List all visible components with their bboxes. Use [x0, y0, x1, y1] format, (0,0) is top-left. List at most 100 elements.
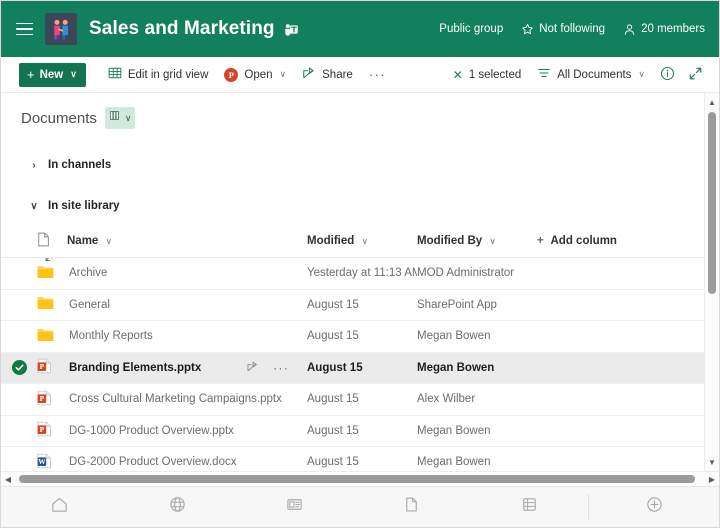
row-select-cell[interactable]: [1, 415, 37, 447]
teams-icon: [284, 22, 299, 37]
nav-page-button[interactable]: [353, 495, 470, 519]
modified-cell: August 15: [307, 352, 417, 384]
nav-news-button[interactable]: [236, 495, 353, 519]
nav-add-button[interactable]: [589, 495, 719, 519]
row-select-cell[interactable]: [1, 321, 37, 353]
table-row[interactable]: PBranding Elements.pptx···August 15Megan…: [1, 352, 704, 384]
edit-in-grid-view-button[interactable]: Edit in grid view: [100, 61, 217, 89]
table-row[interactable]: Monthly ReportsAugust 15Megan Bowen: [1, 321, 704, 353]
edit-in-grid-view-label: Edit in grid view: [128, 69, 209, 81]
open-button[interactable]: P Open ∨: [216, 61, 294, 89]
home-icon: [50, 495, 69, 519]
file-name-cell[interactable]: Branding Elements.pptx ···: [67, 352, 307, 384]
news-icon: [285, 495, 304, 519]
scroll-right-arrow-icon[interactable]: ▶: [705, 475, 719, 484]
row-select-cell[interactable]: [1, 384, 37, 416]
modified-header[interactable]: Modified ∨: [307, 232, 417, 258]
nav-home-button[interactable]: [1, 495, 118, 519]
file-name-cell[interactable]: Monthly Reports: [67, 321, 307, 353]
plus-icon: +: [537, 235, 544, 247]
modified-by-header[interactable]: Modified By ∨: [417, 232, 537, 258]
table-row[interactable]: P DG-1000 Product Overview.pptxAugust 15M…: [1, 415, 704, 447]
scroll-left-arrow-icon[interactable]: ◀: [1, 475, 15, 484]
hamburger-icon[interactable]: [11, 16, 37, 42]
plus-icon: +: [27, 68, 35, 81]
check-circle-icon[interactable]: [12, 360, 27, 375]
file-name-cell[interactable]: Cross Cultural Marketing Campaigns.pptx: [67, 384, 307, 416]
file-name-cell[interactable]: Archive: [67, 258, 307, 290]
horizontal-scroll-track[interactable]: [15, 472, 705, 486]
file-list-body: ArchiveYesterday at 11:13 AMMOD Administ…: [1, 258, 704, 472]
vertical-scrollbar[interactable]: ▲ ▼: [704, 93, 719, 471]
file-name-cell[interactable]: DG-1000 Product Overview.pptx: [67, 415, 307, 447]
more-commands-button[interactable]: ···: [361, 67, 394, 82]
add-column-header[interactable]: + Add column: [537, 232, 704, 258]
file-name-cell[interactable]: General: [67, 289, 307, 321]
svg-text:P: P: [40, 362, 45, 371]
file-list-table: Name ∨ Modified ∨ Modified By ∨ +: [1, 232, 704, 471]
file-type-header[interactable]: [37, 232, 67, 258]
chevron-down-icon: ∨: [280, 69, 287, 80]
modified-header-label: Modified: [307, 235, 354, 247]
file-name-label: Branding Elements.pptx: [67, 362, 201, 374]
scroll-down-arrow-icon[interactable]: ▼: [705, 455, 719, 469]
row-select-cell[interactable]: [1, 258, 37, 290]
follow-button[interactable]: Not following: [521, 23, 605, 36]
share-icon[interactable]: [246, 360, 259, 376]
folder-icon: [37, 289, 67, 321]
row-more-icon[interactable]: ···: [273, 361, 289, 375]
members-button[interactable]: 20 members: [623, 23, 705, 36]
library-header: Documents ∨: [1, 93, 704, 129]
scroll-up-arrow-icon[interactable]: ▲: [705, 95, 719, 109]
select-all-header[interactable]: [1, 232, 37, 258]
add-column-label: Add column: [551, 235, 617, 247]
row-end-cell: [537, 289, 704, 321]
row-end-cell: [537, 415, 704, 447]
table-row[interactable]: GeneralAugust 15SharePoint App: [1, 289, 704, 321]
table-row[interactable]: PCross Cultural Marketing Campaigns.pptx…: [1, 384, 704, 416]
group-privacy-text: Public group: [439, 23, 503, 35]
horizontal-scroll-thumb[interactable]: [19, 475, 695, 483]
group-in-site-library[interactable]: ∨ In site library: [1, 196, 704, 216]
share-button[interactable]: Share: [294, 61, 361, 89]
nav-list-button[interactable]: [471, 495, 588, 519]
info-button[interactable]: [653, 61, 681, 89]
handshake-logo: [45, 13, 77, 45]
chevron-down-icon: ∨: [638, 69, 645, 80]
chevron-down-icon: ∨: [106, 236, 113, 246]
svg-text:P: P: [40, 425, 45, 434]
chevron-down-icon: ∨: [361, 236, 368, 246]
file-list-header: Name ∨ Modified ∨ Modified By ∨ +: [1, 232, 704, 258]
view-switcher-button[interactable]: All Documents ∨: [529, 61, 653, 89]
vertical-scroll-thumb[interactable]: [708, 112, 716, 294]
table-row[interactable]: ArchiveYesterday at 11:13 AMMOD Administ…: [1, 258, 704, 290]
folder-icon: [37, 321, 67, 353]
library-body: Documents ∨ › In channels: [1, 93, 719, 471]
horizontal-scrollbar[interactable]: ◀ ▶: [1, 471, 719, 486]
file-type-icon: [37, 238, 50, 250]
library-switcher-button[interactable]: ∨: [105, 107, 136, 129]
clear-selection-button[interactable]: ✕ 1 selected: [445, 61, 530, 89]
modified-by-cell: Megan Bowen: [417, 415, 537, 447]
new-button[interactable]: + New ∨: [19, 63, 86, 87]
globe-icon: [168, 495, 187, 519]
info-circle-icon: [660, 66, 675, 84]
name-header[interactable]: Name ∨: [67, 232, 307, 258]
row-select-cell[interactable]: [1, 447, 37, 472]
modified-cell: August 15: [307, 415, 417, 447]
nav-globe-button[interactable]: [118, 495, 235, 519]
modified-cell: August 15: [307, 447, 417, 472]
command-bar: + New ∨ Edit in grid view P Open ∨: [1, 57, 719, 93]
expand-button[interactable]: [681, 61, 709, 89]
group-in-channels[interactable]: › In channels: [1, 155, 704, 175]
row-select-cell[interactable]: [1, 289, 37, 321]
file-name-cell[interactable]: DG-2000 Product Overview.docx: [67, 447, 307, 472]
modified-by-cell: MOD Administrator: [417, 258, 537, 290]
table-row[interactable]: WDG-2000 Product Overview.docxAugust 15M…: [1, 447, 704, 472]
page-icon: [402, 495, 421, 519]
svg-text:W: W: [38, 457, 46, 466]
library-title: Documents: [21, 110, 97, 127]
row-select-cell[interactable]: [1, 352, 37, 384]
library-books-icon: [109, 109, 122, 127]
handshake-logo-svg: [48, 16, 74, 42]
